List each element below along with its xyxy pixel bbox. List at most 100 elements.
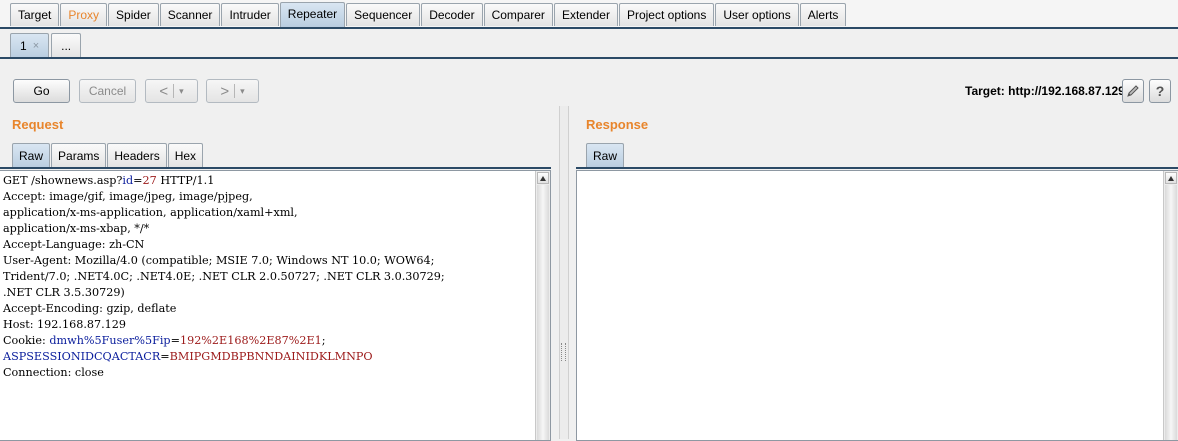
tab-label: Decoder — [429, 8, 475, 22]
request-line: application/x-ms-application, applicatio… — [3, 205, 445, 221]
tab-label: User options — [723, 8, 791, 22]
new-tab-label: ... — [61, 39, 72, 53]
response-editor[interactable] — [576, 170, 1178, 441]
request-scrollbar[interactable] — [535, 171, 550, 440]
request-text: Connection: close — [3, 366, 104, 379]
tab-spider[interactable]: Spider — [108, 3, 159, 26]
request-text: Cookie: — [3, 334, 50, 347]
tab-label: Comparer — [491, 8, 545, 22]
request-text: = — [160, 350, 170, 363]
tab-sequencer[interactable]: Sequencer — [346, 3, 421, 26]
param-value: 27 — [142, 174, 157, 187]
request-text: application/x-ms-xbap, */* — [3, 222, 150, 235]
tab-label: Scanner — [167, 8, 213, 22]
request-line: ASPSESSIONIDCQACTACR=BMIPGMDBPBNNDAINIDK… — [3, 349, 445, 365]
tab-scanner[interactable]: Scanner — [159, 3, 221, 26]
tool-tab-bar: Target Proxy Spider Scanner Intruder Repeater… — [0, 0, 1178, 28]
tab-label: Sequencer — [354, 8, 413, 22]
tab-comparer[interactable]: Comparer — [483, 3, 553, 26]
response-tab-divider — [576, 167, 1178, 169]
request-line: .NET CLR 3.5.30729) — [3, 285, 445, 301]
tab-alerts[interactable]: Alerts — [799, 3, 847, 26]
request-text: ; — [321, 334, 326, 347]
chevron-left-icon: < — [159, 82, 169, 100]
request-line: Cookie: dmwh%5Fuser%5Fip=192%2E168%2E87%… — [3, 333, 445, 349]
request-tab-headers[interactable]: Headers — [107, 143, 167, 168]
request-line: Connection: close — [3, 365, 445, 381]
new-tab-button[interactable]: ... — [51, 33, 82, 58]
split-divider[interactable] — [559, 106, 569, 439]
tab-label: Target — [18, 8, 52, 22]
param-name: ASPSESSIONIDCQACTACR — [3, 350, 161, 363]
request-text: Host: 192.168.87.129 — [3, 318, 127, 331]
tab-label: Repeater — [287, 7, 338, 21]
tab-extender[interactable]: Extender — [553, 3, 618, 26]
request-tab-params[interactable]: Params — [51, 143, 107, 168]
param-name: dmwh%5Fuser%5Fip — [49, 334, 171, 347]
repeater-tab-label: 1 — [20, 39, 27, 53]
tab-label: Project options — [626, 8, 707, 22]
repeater-tab-1[interactable]: 1 × — [10, 33, 50, 58]
param-value: 192%2E168%2E87%2E1 — [179, 334, 322, 347]
request-tab-hex[interactable]: Hex — [167, 143, 204, 168]
request-view-tabs: Raw Params Headers Hex — [12, 143, 204, 168]
request-line: Accept-Language: zh-CN — [3, 237, 445, 253]
close-icon[interactable]: × — [33, 34, 39, 58]
request-text: User-Agent: Mozilla/4.0 (compatible; MSI… — [3, 254, 435, 267]
repeater-tab-divider — [0, 57, 1178, 59]
tab-repeater[interactable]: Repeater — [279, 2, 346, 27]
request-line: Accept: image/gif, image/jpeg, image/pjp… — [3, 189, 445, 205]
param-name: id — [122, 174, 134, 187]
request-line: GET /shownews.asp?id=27 HTTP/1.1 — [3, 173, 445, 189]
request-text: Accept-Encoding: gzip, deflate — [3, 302, 177, 315]
scroll-thumb[interactable] — [1165, 185, 1177, 440]
request-text: .NET CLR 3.5.30729) — [3, 286, 125, 299]
tab-label: Extender — [561, 8, 610, 22]
request-text: HTTP/1.1 — [156, 174, 215, 187]
request-editor[interactable]: GET /shownews.asp?id=27 HTTP/1.1 Accept: … — [0, 170, 551, 441]
tab-user-options[interactable]: User options — [715, 3, 799, 26]
request-text: = — [170, 334, 180, 347]
request-line: Host: 192.168.87.129 — [3, 317, 445, 333]
request-raw-text[interactable]: GET /shownews.asp?id=27 HTTP/1.1 Accept: … — [3, 173, 445, 381]
chevron-right-icon: > — [220, 82, 230, 100]
edit-target-button[interactable] — [1122, 79, 1144, 103]
pencil-icon — [1127, 85, 1139, 97]
tool-tabs: Target Proxy Spider Scanner Intruder Repeater… — [10, 2, 847, 27]
response-scrollbar[interactable] — [1163, 171, 1178, 440]
scroll-up-icon[interactable] — [1165, 172, 1177, 184]
chevron-down-icon: ▾ — [179, 85, 184, 96]
request-text: Accept-Language: zh-CN — [3, 238, 145, 251]
repeater-tab-bar: 1 × ... — [0, 29, 1178, 60]
request-text: Trident/7.0; .NET4.0C; .NET4.0E; .NET CL… — [3, 270, 445, 283]
response-tab-raw[interactable]: Raw — [586, 143, 625, 168]
back-button[interactable]: < ▾ — [145, 79, 198, 103]
request-tab-raw[interactable]: Raw — [12, 143, 51, 168]
forward-button[interactable]: > ▾ — [206, 79, 259, 103]
tab-decoder[interactable]: Decoder — [421, 3, 483, 26]
param-value: BMIPGMDBPBNNDAINIDKLMNPO — [169, 350, 373, 363]
tab-project-options[interactable]: Project options — [618, 3, 715, 26]
tab-target[interactable]: Target — [10, 3, 60, 26]
go-button[interactable]: Go — [13, 79, 70, 103]
tab-proxy[interactable]: Proxy — [60, 3, 108, 26]
tab-intruder[interactable]: Intruder — [221, 3, 279, 26]
request-title: Request — [12, 117, 64, 132]
request-line: application/x-ms-xbap, */* — [3, 221, 445, 237]
request-line: User-Agent: Mozilla/4.0 (compatible; MSI… — [3, 253, 445, 269]
tab-label: Proxy — [68, 8, 100, 22]
request-text: GET /shownews.asp? — [3, 174, 123, 187]
help-button[interactable]: ? — [1149, 79, 1171, 103]
target-label: Target: http://192.168.87.129 — [965, 84, 1125, 98]
tab-label: Spider — [116, 8, 151, 22]
request-text: = — [133, 174, 143, 187]
cancel-button[interactable]: Cancel — [79, 79, 136, 103]
request-tab-divider — [0, 167, 551, 169]
drag-handle-icon[interactable] — [561, 343, 566, 361]
request-line: Accept-Encoding: gzip, deflate — [3, 301, 445, 317]
tab-label: Alerts — [807, 8, 839, 22]
scroll-thumb[interactable] — [537, 185, 549, 440]
scroll-up-icon[interactable] — [537, 172, 549, 184]
request-line: Trident/7.0; .NET4.0C; .NET4.0E; .NET CL… — [3, 269, 445, 285]
request-text: application/x-ms-application, applicatio… — [3, 206, 298, 219]
